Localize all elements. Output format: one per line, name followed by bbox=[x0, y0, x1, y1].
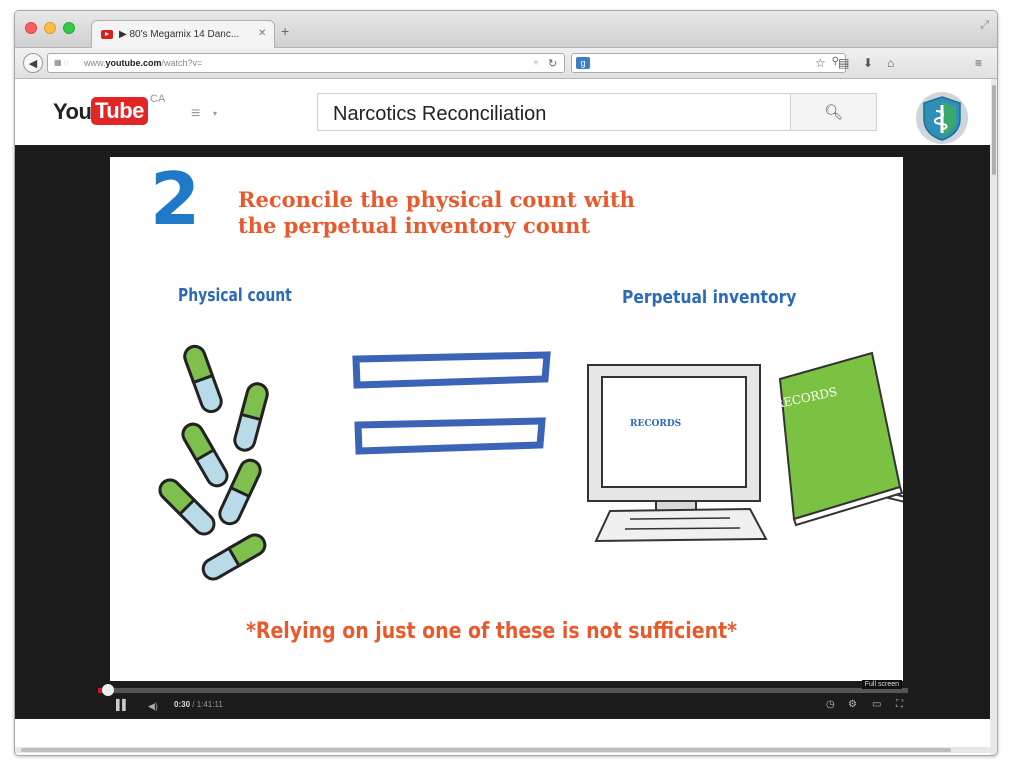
youtube-favicon-icon bbox=[101, 30, 113, 39]
close-window-button[interactable] bbox=[25, 22, 37, 34]
bookmark-star-icon[interactable]: ☆ bbox=[815, 56, 826, 70]
youtube-logo-tube[interactable]: Tube bbox=[91, 97, 148, 125]
youtube-header: You Tube CA ≡ ▾ Narcotics Reconciliation… bbox=[15, 79, 997, 146]
youtube-logo[interactable]: You bbox=[53, 99, 92, 125]
settings-gear-icon[interactable]: ⚙ bbox=[848, 699, 857, 710]
horizontal-scrollbar[interactable] bbox=[15, 747, 990, 753]
back-button[interactable]: ◀ bbox=[23, 53, 43, 73]
player-controls: Full screen ▌▌ ◀︎) 0:30 / 1:41:11 ◷ ⚙ ▭ … bbox=[98, 680, 908, 719]
computer-illustration bbox=[587, 364, 768, 543]
pills-illustration bbox=[158, 344, 269, 581]
region-label: CA bbox=[150, 93, 166, 105]
perpetual-inventory-label: Perpetual inventory bbox=[622, 287, 797, 308]
browser-search-input[interactable]: g ⚲ bbox=[571, 53, 846, 73]
scrubber-handle[interactable] bbox=[102, 684, 115, 696]
guide-dropdown-icon[interactable]: ▾ bbox=[213, 109, 217, 118]
search-icon: 🔍︎ bbox=[823, 104, 844, 121]
browser-window: ▶ 80's Megamix 14 Danc... ✕ + ⤢ ◀ ▦ ◌ ww… bbox=[14, 10, 998, 756]
time-display: 0:30 / 1:41:11 bbox=[174, 700, 223, 709]
new-tab-button[interactable]: + bbox=[281, 23, 289, 39]
minimize-window-button[interactable] bbox=[44, 22, 56, 34]
horizontal-scrollbar-thumb[interactable] bbox=[21, 748, 951, 752]
fullscreen-button[interactable]: ⛶ bbox=[896, 699, 903, 710]
youtube-search-button[interactable]: 🔍︎ bbox=[791, 93, 877, 131]
url-text: www.youtube.com/watch?v= bbox=[84, 58, 203, 68]
vertical-scrollbar[interactable] bbox=[991, 79, 997, 755]
fullscreen-icon[interactable]: ⤢ bbox=[980, 19, 989, 32]
youtube-search-input[interactable]: Narcotics Reconciliation bbox=[317, 93, 791, 131]
slide-title: Reconcile the physical count with the pe… bbox=[238, 187, 635, 239]
pause-button[interactable]: ▌▌ bbox=[116, 700, 129, 711]
bookmarks-icon[interactable]: ▤ bbox=[838, 56, 849, 70]
home-icon[interactable]: ⌂ bbox=[887, 56, 894, 70]
title-bar: ▶ 80's Megamix 14 Danc... ✕ + ⤢ bbox=[15, 11, 997, 48]
slide-footnote: *Relying on just one of these is not suf… bbox=[246, 619, 738, 644]
physical-count-label: Physical count bbox=[178, 285, 292, 306]
search-engine-icon[interactable]: g bbox=[576, 57, 590, 69]
current-time: 0:30 bbox=[174, 700, 191, 709]
guide-menu-icon[interactable]: ≡ bbox=[191, 105, 200, 123]
video-player[interactable]: 2 Reconcile the physical count with the … bbox=[15, 145, 990, 719]
equals-sign bbox=[352, 351, 551, 455]
reload-icon[interactable]: ↻ bbox=[548, 57, 557, 70]
video-frame[interactable]: 2 Reconcile the physical count with the … bbox=[110, 157, 903, 681]
scrollbar-thumb[interactable] bbox=[992, 85, 996, 175]
duration: 1:41:11 bbox=[196, 700, 223, 709]
navigation-bar: ◀ ▦ ◌ www.youtube.com/watch?v= ▿ ↻ g ⚲ ☆… bbox=[15, 48, 997, 79]
browser-tab[interactable]: ▶ 80's Megamix 14 Danc... ✕ bbox=[91, 20, 275, 48]
progress-bar[interactable]: Full screen bbox=[98, 680, 908, 696]
identity-icon[interactable]: ▦ ◌ bbox=[54, 58, 69, 67]
url-bar[interactable]: ▦ ◌ www.youtube.com/watch?v= ▿ ↻ bbox=[47, 53, 565, 73]
download-icon[interactable]: ⬇ bbox=[863, 56, 873, 70]
theater-mode-icon[interactable]: ▭ bbox=[872, 699, 881, 710]
volume-icon[interactable]: ◀︎) bbox=[148, 701, 158, 712]
menu-icon[interactable]: ≡ bbox=[975, 56, 982, 70]
zoom-window-button[interactable] bbox=[63, 22, 75, 34]
screen-records-text: RECORDS bbox=[630, 419, 682, 429]
fullscreen-tooltip: Full screen bbox=[861, 680, 902, 689]
step-number: 2 bbox=[150, 157, 201, 241]
records-book-illustration bbox=[778, 351, 903, 527]
tab-title: ▶ 80's Megamix 14 Danc... bbox=[119, 29, 240, 40]
channel-avatar[interactable] bbox=[915, 91, 969, 145]
slide-title-line2: the perpetual inventory count bbox=[238, 213, 591, 238]
watch-later-icon[interactable]: ◷ bbox=[826, 699, 835, 710]
slide-title-line1: Reconcile the physical count with bbox=[238, 187, 635, 212]
url-dropdown-icon[interactable]: ▿ bbox=[534, 58, 538, 67]
tab-close-icon[interactable]: ✕ bbox=[258, 28, 266, 39]
